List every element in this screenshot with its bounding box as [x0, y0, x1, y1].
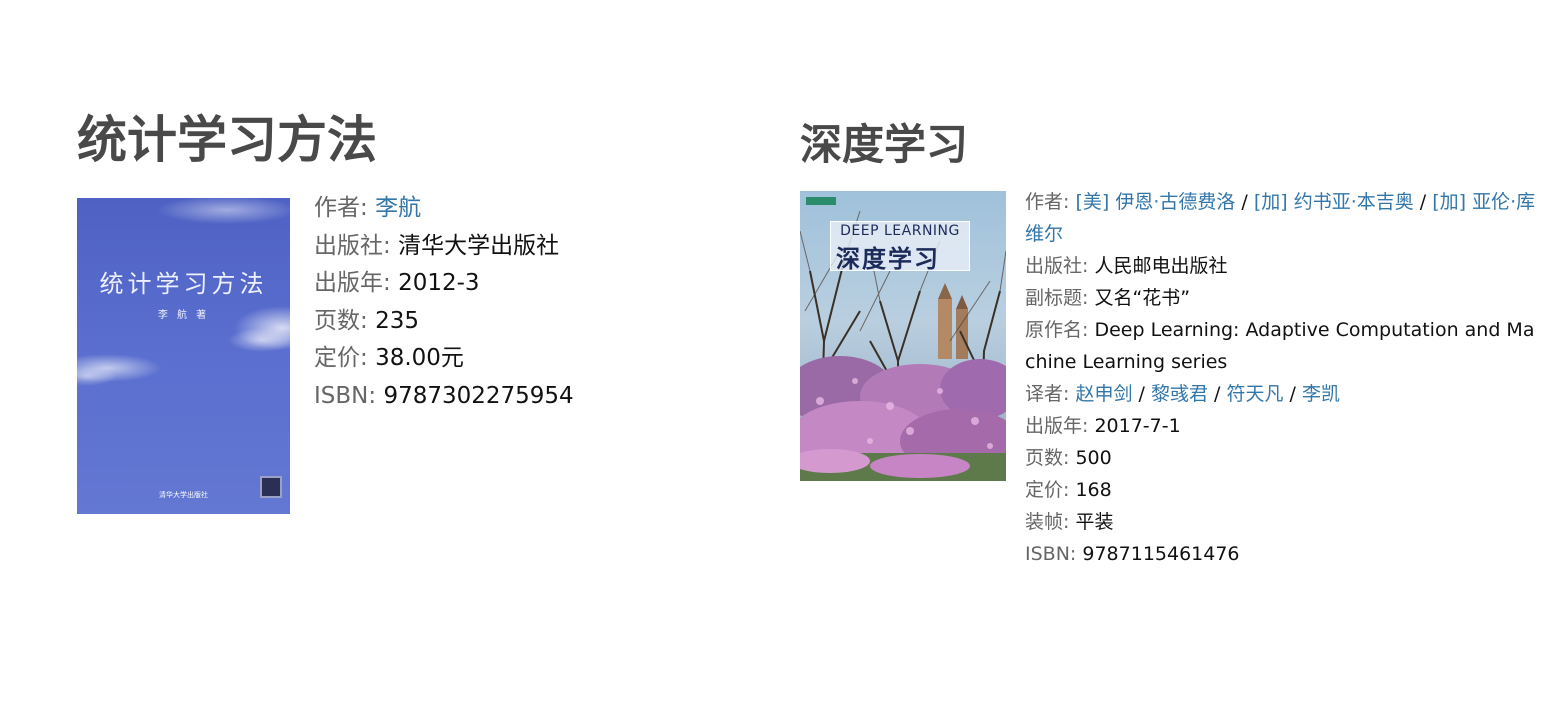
pages-label: 页数:	[1025, 447, 1070, 470]
pages-row: 页数: 500	[1025, 442, 1540, 474]
pages-value: 500	[1075, 447, 1112, 470]
book-card-deep-learning: 深度学习 DEEP LEARNING 深度学习 作者: [美] 伊恩·古德费洛 …	[800, 120, 1540, 565]
binding-row: 装帧: 平装	[1025, 506, 1540, 538]
cover-chinese-title: 深度学习	[836, 245, 940, 274]
book-info: 作者: [美] 伊恩·古德费洛 / [加] 约书亚·本吉奥 / [加] 亚伦·库…	[1025, 186, 1540, 570]
isbn-value: 9787302275954	[383, 382, 574, 409]
author-label: 作者:	[314, 195, 368, 221]
publisher-label: 出版社:	[1025, 255, 1089, 278]
cover-publisher-text: 清华大学出版社	[159, 491, 208, 499]
subtitle-label: 副标题:	[1025, 287, 1089, 310]
year-value: 2012-3	[398, 270, 480, 297]
price-row: 定价: 38.00元	[314, 340, 754, 378]
pages-value: 235	[375, 307, 419, 334]
year-value: 2017-7-1	[1094, 415, 1181, 438]
separator: /	[1207, 383, 1227, 406]
isbn-label: ISBN:	[1025, 543, 1077, 566]
cover-title-text: 统计学习方法	[99, 270, 268, 298]
original-title-row: 原作名: Deep Learning: Adaptive Computation…	[1025, 314, 1540, 378]
price-value: 38.00元	[375, 345, 464, 372]
binding-value: 平装	[1075, 511, 1114, 534]
book-cover-image[interactable]: DEEP LEARNING 深度学习	[800, 191, 1006, 482]
author-link[interactable]: 李航	[375, 195, 421, 221]
price-row: 定价: 168	[1025, 474, 1540, 506]
translator-link[interactable]: 赵申剑	[1075, 383, 1132, 405]
subtitle-value: 又名“花书”	[1094, 287, 1191, 310]
author-row: 作者: 李航	[314, 190, 754, 228]
subtitle-row: 副标题: 又名“花书”	[1025, 282, 1540, 314]
binding-label: 装帧:	[1025, 511, 1070, 534]
book-info: 作者: 李航 出版社: 清华大学出版社 出版年: 2012-3 页数: 235 …	[314, 190, 754, 416]
price-label: 定价:	[1025, 479, 1070, 502]
translator-link[interactable]: 黎彧君	[1151, 383, 1208, 405]
isbn-row: ISBN: 9787115461476	[1025, 538, 1540, 570]
translator-label: 译者:	[1025, 383, 1070, 406]
translator-link[interactable]: 李凯	[1302, 383, 1340, 405]
author-link[interactable]: [加] 约书亚·本吉奥	[1254, 191, 1414, 213]
publisher-value: 清华大学出版社	[398, 232, 560, 259]
publisher-row: 出版社: 人民邮电出版社	[1025, 250, 1540, 282]
author-row: 作者: [美] 伊恩·古德费洛 / [加] 约书亚·本吉奥 / [加] 亚伦·库…	[1025, 186, 1540, 250]
publisher-label: 出版社:	[314, 232, 391, 259]
year-row: 出版年: 2012-3	[314, 265, 754, 303]
separator: /	[1413, 191, 1433, 214]
separator: /	[1132, 383, 1151, 406]
price-label: 定价:	[314, 345, 368, 372]
book-card-statistical-learning: 统计学习方法 统计学习方法 李 航 著 清华大学出版社 作者: 李航 出版社: …	[77, 110, 757, 514]
cover-english-title: DEEP LEARNING	[840, 223, 960, 240]
pages-row: 页数: 235	[314, 303, 754, 341]
author-link[interactable]: [美] 伊恩·古德费洛	[1075, 191, 1235, 213]
separator: /	[1283, 383, 1302, 406]
cover-art	[77, 198, 290, 514]
year-label: 出版年:	[1025, 415, 1089, 438]
book-title[interactable]: 统计学习方法	[77, 110, 757, 170]
publisher-row: 出版社: 清华大学出版社	[314, 228, 754, 266]
separator: /	[1235, 191, 1254, 214]
publisher-value: 人民邮电出版社	[1094, 255, 1228, 278]
series-badge-icon	[806, 197, 836, 206]
isbn-row: ISBN: 9787302275954	[314, 378, 754, 416]
isbn-value: 9787115461476	[1082, 543, 1240, 566]
year-row: 出版年: 2017-7-1	[1025, 410, 1540, 442]
cover-author-text: 李 航 著	[157, 310, 210, 321]
translator-row: 译者: 赵申剑 / 黎彧君 / 符天凡 / 李凯	[1025, 378, 1540, 410]
pages-label: 页数:	[314, 307, 368, 334]
original-title-value: Deep Learning: Adaptive Computation and …	[1025, 319, 1535, 374]
book-cover-image[interactable]: 统计学习方法 李 航 著 清华大学出版社	[77, 198, 290, 514]
author-label: 作者:	[1025, 191, 1070, 214]
year-label: 出版年:	[314, 270, 391, 297]
isbn-label: ISBN:	[314, 382, 377, 409]
original-title-label: 原作名:	[1025, 319, 1089, 342]
price-value: 168	[1075, 479, 1112, 502]
book-title[interactable]: 深度学习	[800, 120, 1540, 170]
translator-link[interactable]: 符天凡	[1226, 383, 1283, 405]
